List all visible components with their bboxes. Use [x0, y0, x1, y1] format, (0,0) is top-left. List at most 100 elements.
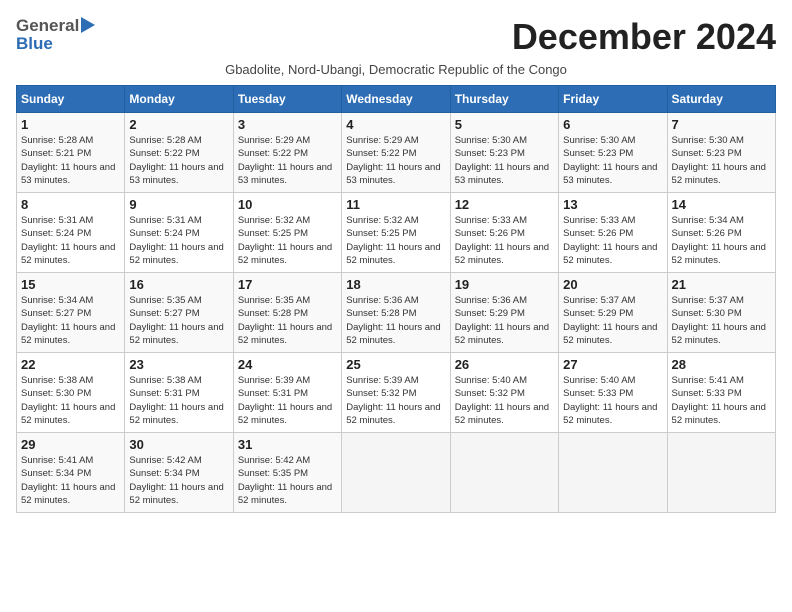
- weekday-header: Tuesday: [233, 86, 341, 113]
- calendar-cell: 11 Sunrise: 5:32 AM Sunset: 5:25 PM Dayl…: [342, 193, 450, 273]
- day-info: Sunrise: 5:42 AM Sunset: 5:34 PM Dayligh…: [129, 454, 228, 507]
- day-info: Sunrise: 5:41 AM Sunset: 5:33 PM Dayligh…: [672, 374, 771, 427]
- calendar-cell: 2 Sunrise: 5:28 AM Sunset: 5:22 PM Dayli…: [125, 113, 233, 193]
- day-number: 11: [346, 197, 445, 212]
- day-info: Sunrise: 5:29 AM Sunset: 5:22 PM Dayligh…: [346, 134, 445, 187]
- calendar-cell: 16 Sunrise: 5:35 AM Sunset: 5:27 PM Dayl…: [125, 273, 233, 353]
- calendar-cell: 25 Sunrise: 5:39 AM Sunset: 5:32 PM Dayl…: [342, 353, 450, 433]
- calendar-week-row: 15 Sunrise: 5:34 AM Sunset: 5:27 PM Dayl…: [17, 273, 776, 353]
- weekday-header: Monday: [125, 86, 233, 113]
- weekday-header: Thursday: [450, 86, 558, 113]
- day-info: Sunrise: 5:30 AM Sunset: 5:23 PM Dayligh…: [563, 134, 662, 187]
- calendar-cell: [667, 433, 775, 513]
- day-info: Sunrise: 5:41 AM Sunset: 5:34 PM Dayligh…: [21, 454, 120, 507]
- calendar-cell: 13 Sunrise: 5:33 AM Sunset: 5:26 PM Dayl…: [559, 193, 667, 273]
- day-number: 23: [129, 357, 228, 372]
- day-info: Sunrise: 5:35 AM Sunset: 5:27 PM Dayligh…: [129, 294, 228, 347]
- weekday-header-row: SundayMondayTuesdayWednesdayThursdayFrid…: [17, 86, 776, 113]
- day-info: Sunrise: 5:33 AM Sunset: 5:26 PM Dayligh…: [455, 214, 554, 267]
- day-number: 25: [346, 357, 445, 372]
- calendar-cell: 1 Sunrise: 5:28 AM Sunset: 5:21 PM Dayli…: [17, 113, 125, 193]
- weekday-header: Friday: [559, 86, 667, 113]
- day-info: Sunrise: 5:31 AM Sunset: 5:24 PM Dayligh…: [21, 214, 120, 267]
- calendar-week-row: 8 Sunrise: 5:31 AM Sunset: 5:24 PM Dayli…: [17, 193, 776, 273]
- calendar-cell: 26 Sunrise: 5:40 AM Sunset: 5:32 PM Dayl…: [450, 353, 558, 433]
- calendar-cell: 15 Sunrise: 5:34 AM Sunset: 5:27 PM Dayl…: [17, 273, 125, 353]
- day-info: Sunrise: 5:30 AM Sunset: 5:23 PM Dayligh…: [455, 134, 554, 187]
- weekday-header: Saturday: [667, 86, 775, 113]
- calendar-cell: 10 Sunrise: 5:32 AM Sunset: 5:25 PM Dayl…: [233, 193, 341, 273]
- day-info: Sunrise: 5:32 AM Sunset: 5:25 PM Dayligh…: [346, 214, 445, 267]
- day-info: Sunrise: 5:37 AM Sunset: 5:30 PM Dayligh…: [672, 294, 771, 347]
- calendar-cell: 28 Sunrise: 5:41 AM Sunset: 5:33 PM Dayl…: [667, 353, 775, 433]
- weekday-header: Sunday: [17, 86, 125, 113]
- day-number: 8: [21, 197, 120, 212]
- day-number: 16: [129, 277, 228, 292]
- logo-blue: Blue: [16, 34, 53, 54]
- day-number: 9: [129, 197, 228, 212]
- calendar-cell: 30 Sunrise: 5:42 AM Sunset: 5:34 PM Dayl…: [125, 433, 233, 513]
- calendar-cell: 22 Sunrise: 5:38 AM Sunset: 5:30 PM Dayl…: [17, 353, 125, 433]
- day-number: 27: [563, 357, 662, 372]
- day-number: 4: [346, 117, 445, 132]
- calendar-cell: [342, 433, 450, 513]
- day-info: Sunrise: 5:36 AM Sunset: 5:29 PM Dayligh…: [455, 294, 554, 347]
- calendar-cell: 14 Sunrise: 5:34 AM Sunset: 5:26 PM Dayl…: [667, 193, 775, 273]
- calendar-cell: 20 Sunrise: 5:37 AM Sunset: 5:29 PM Dayl…: [559, 273, 667, 353]
- day-info: Sunrise: 5:33 AM Sunset: 5:26 PM Dayligh…: [563, 214, 662, 267]
- day-number: 7: [672, 117, 771, 132]
- calendar-cell: 6 Sunrise: 5:30 AM Sunset: 5:23 PM Dayli…: [559, 113, 667, 193]
- day-number: 17: [238, 277, 337, 292]
- day-number: 3: [238, 117, 337, 132]
- page-header: General Blue December 2024: [16, 16, 776, 58]
- calendar-week-row: 22 Sunrise: 5:38 AM Sunset: 5:30 PM Dayl…: [17, 353, 776, 433]
- calendar-cell: 9 Sunrise: 5:31 AM Sunset: 5:24 PM Dayli…: [125, 193, 233, 273]
- day-info: Sunrise: 5:42 AM Sunset: 5:35 PM Dayligh…: [238, 454, 337, 507]
- calendar-body: 1 Sunrise: 5:28 AM Sunset: 5:21 PM Dayli…: [17, 113, 776, 513]
- calendar-cell: [450, 433, 558, 513]
- calendar-cell: 7 Sunrise: 5:30 AM Sunset: 5:23 PM Dayli…: [667, 113, 775, 193]
- calendar-cell: 23 Sunrise: 5:38 AM Sunset: 5:31 PM Dayl…: [125, 353, 233, 433]
- calendar-cell: 17 Sunrise: 5:35 AM Sunset: 5:28 PM Dayl…: [233, 273, 341, 353]
- day-number: 12: [455, 197, 554, 212]
- calendar-cell: 27 Sunrise: 5:40 AM Sunset: 5:33 PM Dayl…: [559, 353, 667, 433]
- day-info: Sunrise: 5:40 AM Sunset: 5:33 PM Dayligh…: [563, 374, 662, 427]
- calendar-cell: 8 Sunrise: 5:31 AM Sunset: 5:24 PM Dayli…: [17, 193, 125, 273]
- day-info: Sunrise: 5:34 AM Sunset: 5:26 PM Dayligh…: [672, 214, 771, 267]
- logo: General Blue: [16, 16, 95, 54]
- day-info: Sunrise: 5:34 AM Sunset: 5:27 PM Dayligh…: [21, 294, 120, 347]
- day-number: 13: [563, 197, 662, 212]
- day-number: 18: [346, 277, 445, 292]
- day-info: Sunrise: 5:39 AM Sunset: 5:31 PM Dayligh…: [238, 374, 337, 427]
- calendar-cell: [559, 433, 667, 513]
- calendar-cell: 3 Sunrise: 5:29 AM Sunset: 5:22 PM Dayli…: [233, 113, 341, 193]
- calendar-cell: 21 Sunrise: 5:37 AM Sunset: 5:30 PM Dayl…: [667, 273, 775, 353]
- logo-general: General: [16, 16, 79, 36]
- logo-icon: [81, 17, 95, 33]
- day-number: 24: [238, 357, 337, 372]
- day-info: Sunrise: 5:36 AM Sunset: 5:28 PM Dayligh…: [346, 294, 445, 347]
- calendar-cell: 5 Sunrise: 5:30 AM Sunset: 5:23 PM Dayli…: [450, 113, 558, 193]
- day-info: Sunrise: 5:35 AM Sunset: 5:28 PM Dayligh…: [238, 294, 337, 347]
- day-info: Sunrise: 5:39 AM Sunset: 5:32 PM Dayligh…: [346, 374, 445, 427]
- day-info: Sunrise: 5:30 AM Sunset: 5:23 PM Dayligh…: [672, 134, 771, 187]
- page-subtitle: Gbadolite, Nord-Ubangi, Democratic Repub…: [16, 62, 776, 77]
- day-info: Sunrise: 5:29 AM Sunset: 5:22 PM Dayligh…: [238, 134, 337, 187]
- calendar-table: SundayMondayTuesdayWednesdayThursdayFrid…: [16, 85, 776, 513]
- day-number: 19: [455, 277, 554, 292]
- calendar-cell: 31 Sunrise: 5:42 AM Sunset: 5:35 PM Dayl…: [233, 433, 341, 513]
- day-number: 26: [455, 357, 554, 372]
- day-number: 22: [21, 357, 120, 372]
- day-number: 31: [238, 437, 337, 452]
- day-info: Sunrise: 5:37 AM Sunset: 5:29 PM Dayligh…: [563, 294, 662, 347]
- weekday-header: Wednesday: [342, 86, 450, 113]
- calendar-cell: 12 Sunrise: 5:33 AM Sunset: 5:26 PM Dayl…: [450, 193, 558, 273]
- calendar-cell: 29 Sunrise: 5:41 AM Sunset: 5:34 PM Dayl…: [17, 433, 125, 513]
- day-number: 14: [672, 197, 771, 212]
- calendar-week-row: 29 Sunrise: 5:41 AM Sunset: 5:34 PM Dayl…: [17, 433, 776, 513]
- day-info: Sunrise: 5:28 AM Sunset: 5:22 PM Dayligh…: [129, 134, 228, 187]
- day-info: Sunrise: 5:31 AM Sunset: 5:24 PM Dayligh…: [129, 214, 228, 267]
- calendar-cell: 19 Sunrise: 5:36 AM Sunset: 5:29 PM Dayl…: [450, 273, 558, 353]
- day-number: 6: [563, 117, 662, 132]
- month-title: December 2024: [512, 16, 776, 58]
